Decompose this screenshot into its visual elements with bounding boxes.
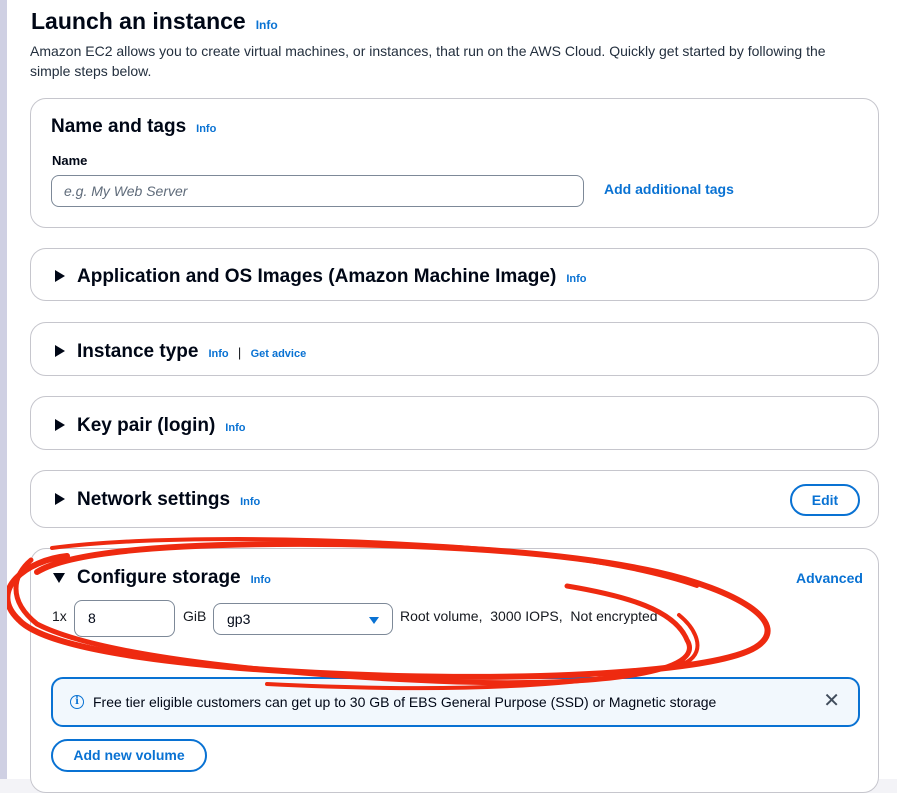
name-input[interactable]: e.g. My Web Server — [51, 175, 584, 207]
network-settings-panel[interactable]: Network settings Info Edit — [30, 470, 879, 528]
advanced-link[interactable]: Advanced — [796, 570, 863, 586]
name-and-tags-title-text: Name and tags — [51, 116, 187, 137]
volume-type-select[interactable]: gp3 — [213, 603, 393, 635]
volume-type-value: gp3 — [227, 611, 251, 627]
caret-right-icon[interactable] — [55, 345, 65, 357]
add-additional-tags-link[interactable]: Add additional tags — [604, 181, 734, 197]
get-advice-link[interactable]: Get advice — [251, 348, 307, 360]
volume-size-unit: GiB — [183, 608, 207, 624]
instance-type-panel[interactable]: Instance type Info | Get advice — [30, 322, 879, 376]
volume-count: 1x — [52, 608, 67, 624]
caret-right-icon[interactable] — [55, 270, 65, 282]
info-circle-icon: i — [70, 695, 84, 709]
close-icon[interactable]: ✕ — [823, 691, 840, 711]
caret-right-icon[interactable] — [55, 419, 65, 431]
left-edge-strip — [0, 0, 7, 779]
network-settings-title-text: Network settings — [77, 489, 231, 510]
network-settings-title[interactable]: Network settings Info — [77, 489, 260, 511]
instance-type-title-text: Instance type — [77, 341, 199, 362]
configure-storage-title[interactable]: Configure storage Info — [77, 567, 271, 589]
page-title-text: Launch an instance — [31, 8, 246, 34]
key-pair-panel[interactable]: Key pair (login) Info — [30, 396, 879, 450]
caret-down-icon[interactable] — [53, 573, 65, 583]
separator: | — [237, 345, 242, 360]
page-title: Launch an instance Info — [31, 8, 278, 35]
name-and-tags-title: Name and tags Info — [51, 116, 216, 138]
ami-info-link[interactable]: Info — [566, 273, 586, 285]
instance-type-info-link[interactable]: Info — [208, 348, 228, 360]
name-and-tags-panel: Name and tags Info Name e.g. My Web Serve… — [30, 98, 879, 228]
free-tier-alert: i Free tier eligible customers can get u… — [51, 677, 860, 727]
key-pair-title[interactable]: Key pair (login) Info — [77, 415, 245, 437]
configure-storage-info-link[interactable]: Info — [251, 574, 271, 586]
volume-size-input[interactable]: 8 — [74, 600, 175, 637]
page-info-link[interactable]: Info — [256, 18, 278, 32]
instance-type-title[interactable]: Instance type Info | Get advice — [77, 341, 306, 363]
edit-button[interactable]: Edit — [790, 484, 860, 516]
key-pair-info-link[interactable]: Info — [225, 422, 245, 434]
name-field-label: Name — [52, 153, 88, 168]
volume-details: Root volume, 3000 IOPS, Not encrypted — [400, 608, 658, 624]
add-new-volume-button[interactable]: Add new volume — [51, 739, 207, 772]
free-tier-alert-text: Free tier eligible customers can get up … — [93, 694, 717, 710]
configure-storage-panel: Configure storage Info Advanced 1x 8 GiB … — [30, 548, 879, 793]
name-and-tags-info-link[interactable]: Info — [196, 123, 216, 135]
page-description: Amazon EC2 allows you to create virtual … — [30, 43, 826, 79]
configure-storage-title-text: Configure storage — [77, 567, 241, 588]
dropdown-arrow-icon — [369, 617, 379, 624]
key-pair-title-text: Key pair (login) — [77, 415, 216, 436]
network-settings-info-link[interactable]: Info — [240, 496, 260, 508]
ami-panel[interactable]: Application and OS Images (Amazon Machin… — [30, 248, 879, 301]
ami-title[interactable]: Application and OS Images (Amazon Machin… — [77, 266, 586, 288]
caret-right-icon[interactable] — [55, 493, 65, 505]
launch-instance-page: Launch an instance Info Amazon EC2 allows… — [7, 0, 897, 793]
ami-title-text: Application and OS Images (Amazon Machin… — [77, 266, 557, 287]
